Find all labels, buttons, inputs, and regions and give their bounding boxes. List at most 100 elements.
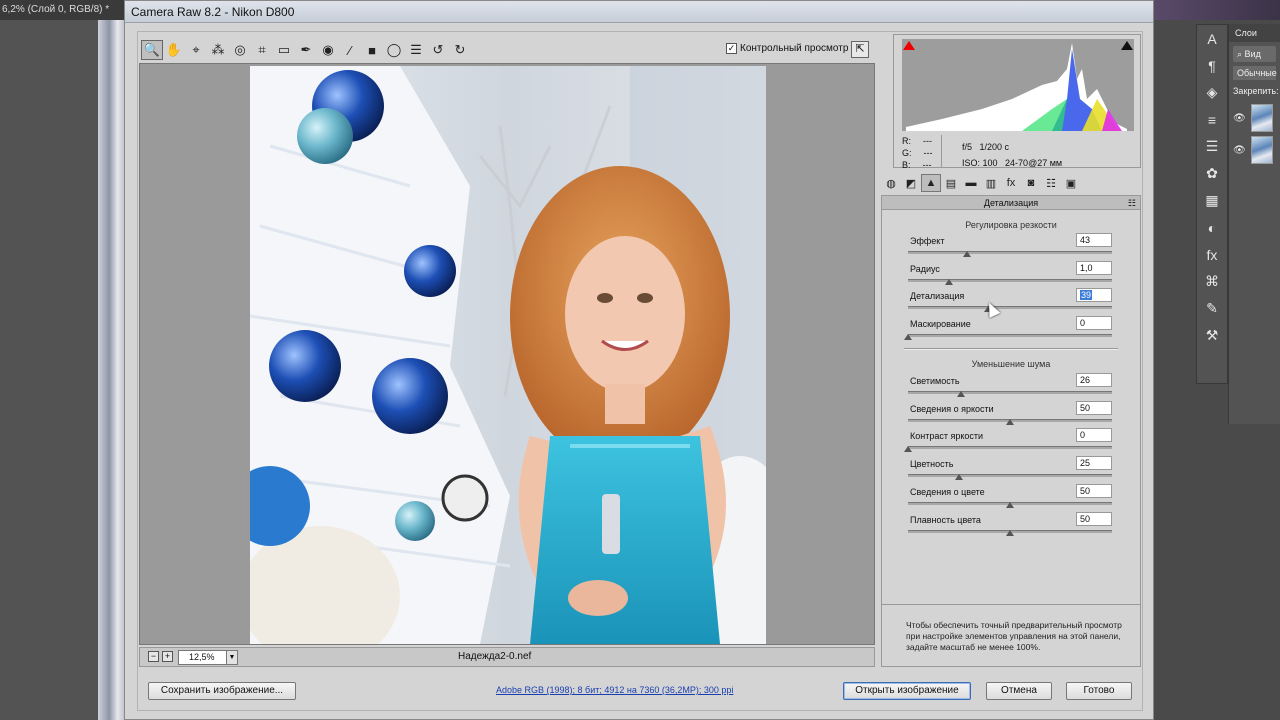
graduated-filter-icon[interactable]: ■ (361, 40, 383, 60)
slider-value-input[interactable]: 43 (1076, 233, 1112, 247)
slider-track[interactable] (908, 278, 1112, 282)
spot-removal-icon[interactable]: ✒ (295, 40, 317, 60)
document-canvas-strip (98, 20, 126, 720)
slider-value-input[interactable]: 39 (1076, 288, 1112, 302)
slider-thumb[interactable] (955, 474, 963, 481)
slider-label: Сведения о цвете (910, 486, 985, 497)
red-eye-icon[interactable]: ◉ (317, 40, 339, 60)
white-balance-icon[interactable]: ⌖ (185, 40, 207, 60)
chevron-down-icon[interactable]: ▼ (226, 650, 238, 665)
eye-icon[interactable]: 👁 (1233, 145, 1247, 156)
rotate-right-icon[interactable]: ↻ (449, 40, 471, 60)
preferences-icon[interactable]: ☰ (405, 40, 427, 60)
slider-value-input[interactable]: 1,0 (1076, 260, 1112, 275)
camera-calibration-icon[interactable]: ◙ (1021, 174, 1041, 192)
preview-checkbox[interactable]: ✓ (726, 43, 737, 54)
layers-tab[interactable]: Слои (1229, 24, 1280, 42)
effects-icon[interactable]: fx (1001, 174, 1021, 192)
3d-icon[interactable]: ◈ (1197, 79, 1227, 106)
zoom-out-button[interactable]: − (148, 651, 159, 662)
zoom-tool-icon[interactable]: 🔍 (141, 40, 163, 60)
layer-row[interactable]: 👁 (1229, 102, 1280, 134)
slider-value-input[interactable]: 26 (1076, 373, 1112, 387)
slider-row: Маскирование 0 (904, 315, 1118, 345)
slider-value-input[interactable]: 0 (1076, 428, 1112, 443)
slider-value-input[interactable]: 25 (1076, 456, 1112, 471)
slider-label: Маскирование (910, 318, 971, 329)
slider-track[interactable] (908, 446, 1112, 450)
color-sampler-icon[interactable]: ⁂ (207, 40, 229, 60)
fullscreen-icon[interactable]: ⇱ (851, 41, 869, 58)
slider-track[interactable] (908, 306, 1112, 309)
save-image-button[interactable]: Сохранить изображение... (148, 682, 296, 700)
swatches-icon[interactable]: ▦ (1197, 187, 1227, 214)
highlight-clipping-icon[interactable] (1121, 41, 1133, 50)
slider-row: Сведения о цвете 50 (908, 483, 1118, 513)
slider-thumb[interactable] (1006, 529, 1014, 536)
cancel-button[interactable]: Отмена (986, 682, 1052, 700)
slider-thumb[interactable] (904, 446, 912, 453)
layer-row[interactable]: 👁 (1229, 134, 1280, 166)
zoom-in-button[interactable]: + (162, 651, 173, 662)
dialog-titlebar[interactable]: Camera Raw 8.2 - Nikon D800 (125, 1, 1153, 23)
slider-thumb[interactable] (904, 333, 912, 340)
brush-presets-icon[interactable]: ✎ (1197, 295, 1227, 322)
slider-value-input[interactable]: 50 (1076, 400, 1112, 415)
color-icon[interactable]: ◐ (1197, 214, 1227, 241)
layer-filter[interactable]: ⌕ Вид (1233, 46, 1276, 62)
character-icon[interactable]: A (1197, 25, 1227, 52)
hsl-icon[interactable]: ▤ (941, 174, 961, 192)
workflow-options-link[interactable]: Adobe RGB (1998); 8 бит; 4912 на 7360 (3… (496, 685, 733, 695)
slider-track[interactable] (908, 251, 1112, 254)
slider-row: Детализация 39 (908, 288, 1118, 317)
done-button[interactable]: Готово (1066, 682, 1132, 700)
adjustment-brush-icon[interactable]: ⁄ (339, 40, 361, 60)
slider-value-input[interactable]: 50 (1076, 483, 1112, 498)
panel-menu-icon[interactable]: ☷ (1128, 196, 1136, 210)
slider-value-input[interactable]: 50 (1076, 511, 1112, 526)
image-preview[interactable] (139, 63, 875, 645)
straighten-icon[interactable]: ▭ (273, 40, 295, 60)
document-tab[interactable]: 6,2% (Слой 0, RGB/8) * (0, 0, 124, 20)
hand-tool-icon[interactable]: ✋ (163, 40, 185, 60)
slider-thumb[interactable] (963, 251, 972, 257)
preview-toggle[interactable]: ✓ Контрольный просмотр (726, 43, 848, 54)
slider-track[interactable] (908, 391, 1112, 394)
eye-icon[interactable]: 👁 (1233, 113, 1247, 124)
slider-row: Цветность 25 (908, 456, 1118, 485)
slider-thumb[interactable] (944, 278, 953, 285)
slider-label: Плавность цвета (910, 514, 981, 525)
sharpening-title: Регулировка резкости (965, 220, 1057, 230)
slider-thumb[interactable] (1006, 418, 1014, 425)
adjustments-icon[interactable]: ≡ (1197, 106, 1227, 133)
slider-thumb[interactable] (1006, 501, 1014, 508)
paths-icon[interactable]: ⌘ (1197, 268, 1227, 295)
paragraph-icon[interactable]: ¶ (1197, 52, 1227, 79)
snapshots-icon[interactable]: ▣ (1061, 174, 1081, 192)
blend-mode-select[interactable]: Обычные (1233, 66, 1277, 80)
crop-icon[interactable]: ⌗ (251, 40, 273, 60)
fx-icon[interactable]: fx (1197, 241, 1227, 268)
slider-track[interactable] (908, 333, 1112, 337)
detail-icon[interactable]: ▲ (921, 174, 941, 192)
radial-filter-icon[interactable]: ◯ (383, 40, 405, 60)
presets-icon[interactable]: ☷ (1041, 174, 1061, 192)
slider-value-input[interactable]: 0 (1076, 315, 1112, 330)
rotate-left-icon[interactable]: ↺ (427, 40, 449, 60)
slider-track[interactable] (908, 474, 1112, 478)
targeted-adjust-icon[interactable]: ◎ (229, 40, 251, 60)
slider-thumb[interactable] (957, 391, 966, 397)
open-image-button[interactable]: Открыть изображение (843, 682, 971, 700)
properties-icon[interactable]: ☰ (1197, 133, 1227, 160)
basic-icon[interactable]: ◍ (881, 174, 901, 192)
split-toning-icon[interactable]: ▬ (961, 174, 981, 192)
exif-info: f/5 1/200 с ISO: 100 24-70@27 мм (962, 142, 1063, 168)
photo-canvas[interactable] (250, 66, 766, 644)
lens-corrections-icon[interactable]: ▥ (981, 174, 1001, 192)
tool-presets-icon[interactable]: ⚒ (1197, 322, 1227, 349)
shadow-clipping-icon[interactable] (903, 41, 915, 50)
styles-icon[interactable]: ✿ (1197, 160, 1227, 187)
slider-label: Радиус (910, 263, 940, 274)
tone-curve-icon[interactable]: ◩ (901, 174, 921, 192)
slider-label: Детализация (910, 291, 965, 301)
